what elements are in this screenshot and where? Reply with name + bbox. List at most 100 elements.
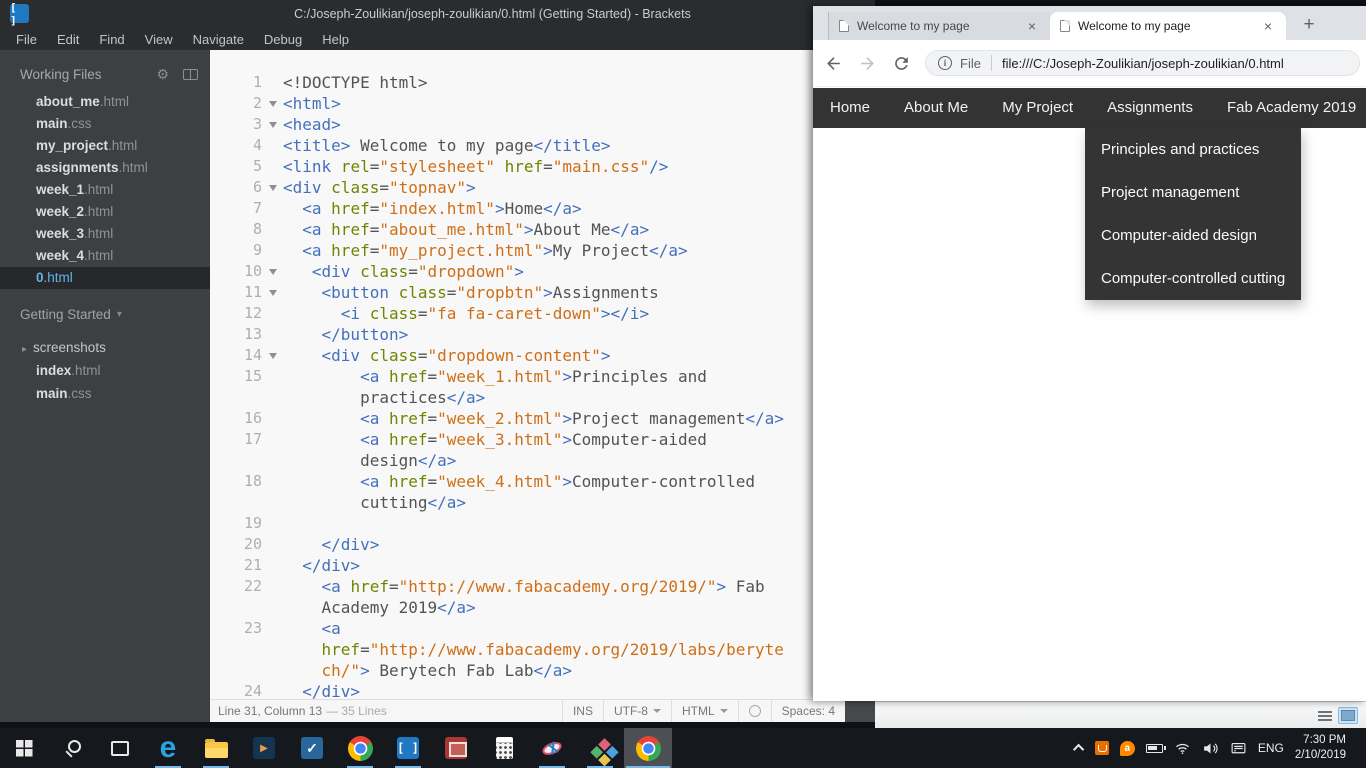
project-dropdown[interactable]: Getting Started ▾ bbox=[20, 307, 210, 322]
volume-icon[interactable] bbox=[1202, 740, 1219, 757]
info-icon[interactable]: i bbox=[938, 56, 952, 70]
java-tray-icon[interactable] bbox=[1094, 741, 1109, 755]
code-line: 21 </div> bbox=[210, 555, 845, 576]
tree-folder-screenshots[interactable]: ▸ screenshots bbox=[0, 336, 210, 359]
fold-arrow-icon[interactable] bbox=[262, 114, 283, 135]
dropdown-item-computer-controlled-cutting[interactable]: Computer-controlled cutting bbox=[1085, 257, 1301, 300]
back-button[interactable] bbox=[819, 49, 847, 77]
menu-edit[interactable]: Edit bbox=[57, 32, 79, 47]
movies-taskbar-icon[interactable]: ▶ bbox=[240, 728, 288, 768]
close-tab-icon[interactable]: × bbox=[1260, 18, 1276, 34]
wifi-icon[interactable] bbox=[1174, 740, 1191, 757]
browser-tab-1[interactable]: Welcome to my page × bbox=[828, 12, 1050, 40]
brackets-window: [ ] C:/Joseph-Zoulikian/joseph-zoulikian… bbox=[0, 0, 875, 722]
calculator-taskbar-icon[interactable] bbox=[480, 728, 528, 768]
menu-navigate[interactable]: Navigate bbox=[193, 32, 244, 47]
nav-item-about-me[interactable]: About Me bbox=[887, 88, 985, 128]
code-editor[interactable]: 1 <!DOCTYPE html> 2 <html> 3 <head> 4 <title> W… bbox=[210, 50, 845, 699]
menu-help[interactable]: Help bbox=[322, 32, 349, 47]
lint-status[interactable] bbox=[737, 700, 771, 722]
code-text: <a href="week_4.html">Computer-controlle… bbox=[360, 472, 756, 491]
language-indicator[interactable]: ENG bbox=[1258, 741, 1284, 755]
encoding-selector[interactable]: UTF-8 bbox=[602, 700, 671, 722]
fold-arrow-icon[interactable] bbox=[262, 261, 283, 282]
line-number bbox=[210, 387, 262, 408]
search-taskbar-icon[interactable] bbox=[48, 728, 96, 768]
working-file-assignments-html[interactable]: assignments.html bbox=[0, 157, 210, 179]
working-file-about-me-html[interactable]: about_me.html bbox=[0, 91, 210, 113]
nav-item-home[interactable]: Home bbox=[813, 88, 887, 128]
chrome-icon bbox=[347, 735, 373, 761]
tray-expand-icon[interactable] bbox=[1072, 743, 1085, 756]
dropdown-item-computer-aided-design[interactable]: Computer-aided design bbox=[1085, 214, 1301, 257]
explorer-taskbar-icon[interactable] bbox=[192, 728, 240, 768]
snipping-taskbar-icon[interactable] bbox=[528, 728, 576, 768]
menu-debug[interactable]: Debug bbox=[264, 32, 302, 47]
fold-arrow-icon[interactable] bbox=[262, 93, 283, 114]
tree-file-index-html[interactable]: index.html bbox=[0, 359, 210, 382]
dropdown-item-principles-and-practices[interactable]: Principles and practices bbox=[1085, 128, 1301, 171]
indent-setting[interactable]: Spaces: 4 bbox=[770, 700, 845, 722]
menu-view[interactable]: View bbox=[145, 32, 173, 47]
address-bar[interactable]: i File file:///C:/Joseph-Zoulikian/josep… bbox=[925, 50, 1360, 76]
menu-find[interactable]: Find bbox=[99, 32, 124, 47]
battery-icon[interactable] bbox=[1145, 743, 1166, 753]
code-line: 11 <button class="dropbtn">Assignments bbox=[210, 282, 845, 303]
chevron-right-icon: ▸ bbox=[22, 344, 28, 355]
edge-taskbar-icon[interactable]: e bbox=[144, 728, 192, 768]
working-file-week-1-html[interactable]: week_1.html bbox=[0, 179, 210, 201]
menu-file[interactable]: File bbox=[16, 32, 37, 47]
code-text: <a href="my_project.html">My Project</a> bbox=[302, 241, 688, 260]
code-text: <a href="week_2.html">Project management… bbox=[360, 409, 784, 428]
working-file-my-project-html[interactable]: my_project.html bbox=[0, 135, 210, 157]
working-file-week-4-html[interactable]: week_4.html bbox=[0, 245, 210, 267]
task-view-taskbar-icon[interactable] bbox=[96, 728, 144, 768]
working-file-0-html[interactable]: 0.html bbox=[0, 267, 210, 289]
dropdown-item-project-management[interactable]: Project management bbox=[1085, 171, 1301, 214]
browser-toolbar: i File file:///C:/Joseph-Zoulikian/josep… bbox=[813, 40, 1366, 87]
nav-item-my-project[interactable]: My Project bbox=[985, 88, 1090, 128]
design-taskbar-icon[interactable] bbox=[576, 728, 624, 768]
new-tab-button[interactable]: + bbox=[1296, 12, 1322, 38]
working-file-main-css[interactable]: main.css bbox=[0, 113, 210, 135]
tree-file-main-css[interactable]: main.css bbox=[0, 382, 210, 405]
browser-tab-2[interactable]: Welcome to my page × bbox=[1050, 12, 1286, 40]
fold-gutter bbox=[262, 618, 283, 639]
fold-arrow-icon[interactable] bbox=[262, 177, 283, 198]
working-file-week-3-html[interactable]: week_3.html bbox=[0, 223, 210, 245]
code-text: <div class="dropdown"> bbox=[311, 262, 524, 281]
nav-item-assignments[interactable]: Assignments bbox=[1090, 88, 1210, 128]
line-number: 1 bbox=[252, 73, 262, 91]
code-line: 6 <div class="topnav"> bbox=[210, 177, 845, 198]
working-file-week-2-html[interactable]: week_2.html bbox=[0, 201, 210, 223]
details-view-icon[interactable] bbox=[1318, 709, 1332, 721]
code-line: 9 <a href="my_project.html">My Project</… bbox=[210, 240, 845, 261]
gear-icon[interactable]: ⚙ bbox=[156, 66, 169, 83]
fold-gutter bbox=[262, 240, 283, 261]
fold-gutter bbox=[262, 135, 283, 156]
reload-button[interactable] bbox=[887, 49, 915, 77]
fold-arrow-icon[interactable] bbox=[262, 282, 283, 303]
forward-button[interactable] bbox=[853, 49, 881, 77]
overwrite-indicator[interactable]: INS bbox=[561, 700, 603, 722]
language-selector[interactable]: HTML bbox=[670, 700, 738, 722]
nav-item-fab-academy-2019[interactable]: Fab Academy 2019 bbox=[1210, 88, 1366, 128]
thumbnail-view-icon[interactable] bbox=[1338, 706, 1358, 724]
pictures-taskbar-icon[interactable] bbox=[432, 728, 480, 768]
working-files-list: about_me.html main.css my_project.html assi… bbox=[0, 91, 210, 289]
code-text: <html> bbox=[283, 94, 341, 113]
calculator-icon bbox=[495, 737, 513, 759]
brackets-taskbar-icon[interactable]: [ ] bbox=[384, 728, 432, 768]
avast-tray-icon[interactable]: a bbox=[1119, 740, 1135, 756]
split-view-icon[interactable] bbox=[183, 69, 198, 80]
todo-taskbar-icon[interactable]: ✓ bbox=[288, 728, 336, 768]
chrome-taskbar-icon[interactable] bbox=[336, 728, 384, 768]
clock[interactable]: 7:30 PM 2/10/2019 bbox=[1295, 733, 1346, 763]
close-tab-icon[interactable]: × bbox=[1024, 18, 1040, 34]
line-number bbox=[210, 660, 262, 681]
code-text: </button> bbox=[321, 325, 409, 344]
chrome-taskbar-icon[interactable] bbox=[624, 728, 672, 768]
start-taskbar-icon[interactable] bbox=[0, 728, 48, 768]
fold-arrow-icon[interactable] bbox=[262, 345, 283, 366]
touch-keyboard-icon[interactable] bbox=[1230, 740, 1247, 757]
